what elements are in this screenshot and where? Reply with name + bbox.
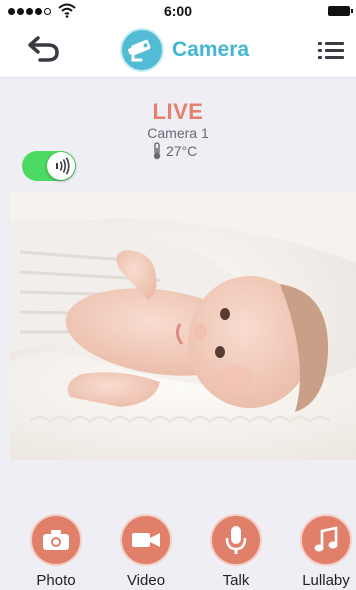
video-camera-icon [120,514,172,566]
battery-icon [328,6,353,16]
security-camera-icon [120,28,164,72]
talk-label: Talk [222,572,250,589]
page-title: Camera [172,38,250,61]
sound-waves-icon [47,152,75,180]
nav-bar: Camera [0,22,356,78]
back-arrow-icon[interactable] [26,34,62,64]
video-button[interactable]: Video [106,514,186,590]
action-bar: Photo Video Talk Lullaby [0,514,356,590]
nav-title-group: Camera [120,28,249,72]
baby-video-feed[interactable] [10,192,356,460]
temperature-readout: 27°C [152,142,197,160]
live-status: LIVE [152,99,204,124]
camera-icon [30,514,82,566]
video-label: Video [126,572,166,589]
status-time: 6:00 [163,3,193,19]
microphone-icon [210,514,262,566]
temperature-value: 27°C [166,143,198,159]
camera-screen: 6:00 Camera LIVE Camera 1 27°C Photo Vid… [0,0,356,590]
status-bar: 6:00 [0,0,356,22]
music-note-icon [300,514,352,566]
thermometer-icon [153,142,161,160]
lullaby-button[interactable]: Lullaby [286,514,356,590]
photo-button[interactable]: Photo [16,514,96,590]
sound-toggle[interactable] [22,151,76,181]
talk-button[interactable]: Talk [196,514,276,590]
camera-name: Camera 1 [147,125,209,141]
menu-icon[interactable] [318,40,344,62]
photo-label: Photo [36,572,76,589]
lullaby-label: Lullaby [302,572,350,589]
live-info: LIVE Camera 1 27°C [0,79,356,192]
